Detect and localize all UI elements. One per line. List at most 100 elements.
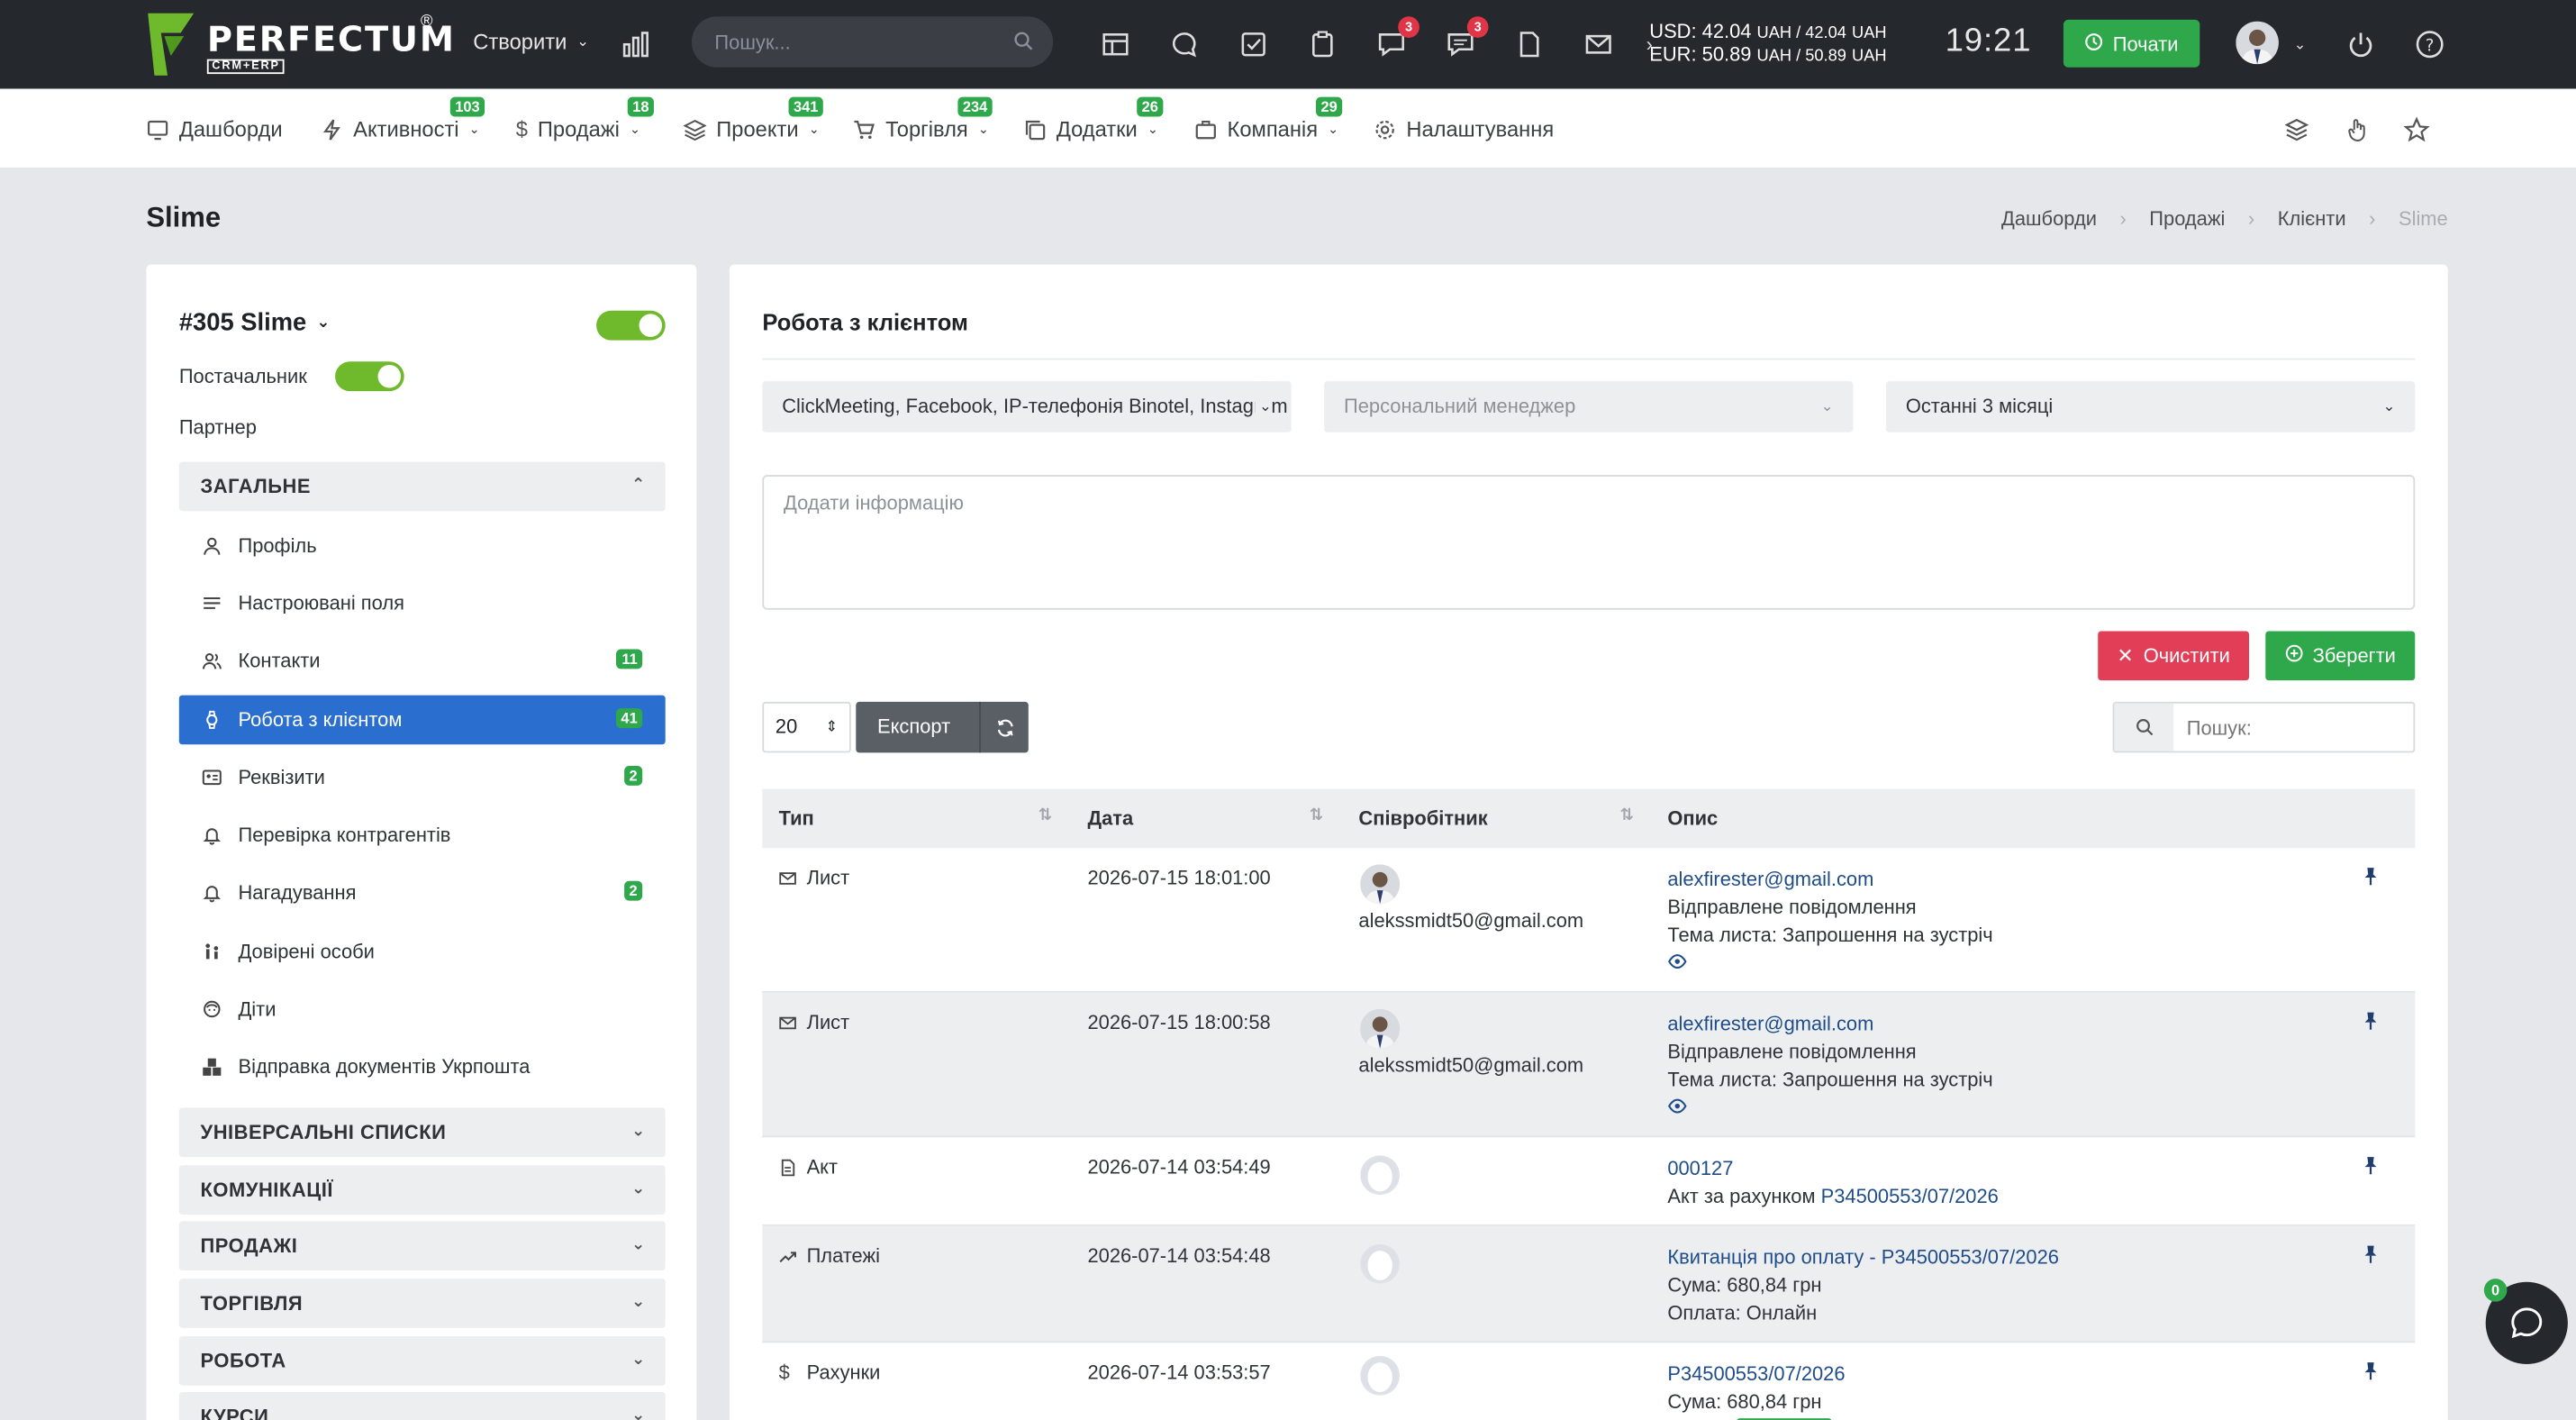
global-search-input[interactable] bbox=[714, 16, 1011, 68]
section-courses[interactable]: КУРСИ ⌄ bbox=[178, 1391, 666, 1420]
nav-dashboards[interactable]: Дашборди bbox=[146, 117, 283, 141]
note-textarea[interactable]: Додати інформацію bbox=[762, 475, 2416, 610]
page-size-value: 20 bbox=[775, 715, 798, 739]
menu-reminders-label: Нагадування bbox=[238, 880, 357, 905]
chat-bubble-icon[interactable] bbox=[1166, 26, 1202, 62]
nav-activities[interactable]: Активності ⌄ 103 bbox=[321, 96, 485, 141]
supplier-toggle[interactable] bbox=[335, 361, 404, 392]
table-row: $ Рахунки 2026-07-14 03:53:57 P34500553/… bbox=[762, 1343, 2415, 1420]
client-work-panel: Робота з клієнтом ClickMeeting, Facebook… bbox=[729, 264, 2448, 1420]
row-doc-link[interactable]: 000127 bbox=[1667, 1155, 1998, 1183]
section-universal-lists[interactable]: УНІВЕРСАЛЬНІ СПИСКИ ⌄ bbox=[178, 1107, 666, 1158]
pin-icon[interactable] bbox=[2363, 1155, 2379, 1179]
hand-pointer-icon[interactable] bbox=[2345, 117, 2371, 151]
page-size-select[interactable]: 20 ⇕ bbox=[762, 701, 851, 753]
row-invoice-link[interactable]: P34500553/07/2026 bbox=[1667, 1361, 1845, 1388]
nav-projects[interactable]: Проекти ⌄ 341 bbox=[683, 96, 823, 141]
chevron-up-icon: ⌃ bbox=[630, 476, 646, 496]
chevron-down-icon: ⌄ bbox=[630, 1406, 646, 1420]
row-receipt-link[interactable]: Квитанція про оплату - P34500553/07/2026 bbox=[1667, 1244, 2059, 1272]
layers-shortcut-icon[interactable] bbox=[2283, 117, 2309, 151]
table-icon[interactable] bbox=[1097, 26, 1133, 62]
pin-icon[interactable] bbox=[2363, 866, 2379, 890]
table-search-input[interactable] bbox=[2186, 703, 2400, 751]
section-communications[interactable]: КОМУНІКАЦІЇ ⌄ bbox=[178, 1165, 666, 1215]
global-search[interactable] bbox=[691, 16, 1054, 68]
page-title: Slime bbox=[146, 202, 222, 234]
pin-icon[interactable] bbox=[2363, 1361, 2379, 1385]
section-sales[interactable]: ПРОДАЖІ ⌄ bbox=[178, 1221, 666, 1271]
menu-trusted-persons[interactable]: Довірені особи bbox=[179, 927, 666, 977]
nav-sales[interactable]: $ Продажі ⌄ 18 bbox=[516, 96, 654, 141]
nav-settings[interactable]: Налаштування bbox=[1374, 117, 1554, 141]
nav-apps[interactable]: Додатки ⌄ 26 bbox=[1023, 96, 1164, 141]
perfectum-logo[interactable]: PERFECTUM CRM+ERP ® bbox=[148, 13, 454, 76]
breadcrumb-dashboards[interactable]: Дашборди bbox=[2001, 207, 2097, 231]
breadcrumb: Дашборди › Продажі › Клієнти › Slime bbox=[2001, 207, 2448, 231]
section-general-header[interactable]: ЗАГАЛЬНЕ ⌃ bbox=[178, 461, 666, 512]
document-icon bbox=[781, 1158, 795, 1176]
chevron-down-icon: ⌄ bbox=[630, 1351, 646, 1370]
create-menu-button[interactable]: Створити ⌄ bbox=[473, 30, 589, 54]
sort-icon[interactable]: ⇅ bbox=[1039, 807, 1052, 825]
column-employee[interactable]: Співробітник bbox=[1358, 807, 1487, 831]
clear-button[interactable]: ✕ Очистити bbox=[2098, 631, 2250, 681]
messages-icon[interactable]: 3 bbox=[1374, 16, 1420, 62]
nav-trade[interactable]: Торгівля ⌄ 234 bbox=[853, 96, 993, 141]
row-email-link[interactable]: alexfirester@gmail.com bbox=[1667, 1011, 1992, 1039]
nav-activities-badge: 103 bbox=[449, 96, 485, 117]
refresh-icon[interactable] bbox=[987, 702, 1023, 753]
breadcrumb-sales[interactable]: Продажі bbox=[2149, 207, 2225, 231]
row-type: Платежі bbox=[779, 1244, 880, 1267]
menu-children[interactable]: Діти bbox=[179, 985, 666, 1034]
menu-contacts[interactable]: Контакти 11 bbox=[179, 636, 666, 686]
pin-icon[interactable] bbox=[2363, 1244, 2379, 1269]
user-avatar[interactable] bbox=[2236, 21, 2279, 65]
user-menu-chevron-icon[interactable]: ⌄ bbox=[2287, 26, 2313, 62]
column-type[interactable]: Тип bbox=[779, 807, 814, 831]
mail-icon[interactable] bbox=[1581, 26, 1617, 62]
menu-profile[interactable]: Профіль bbox=[179, 521, 666, 570]
client-name-dropdown[interactable]: #305 Slime ⌄ bbox=[179, 309, 331, 337]
row-invoice-link[interactable]: P34500553/07/2026 bbox=[1821, 1185, 1999, 1208]
clipboard-icon[interactable] bbox=[1304, 26, 1340, 62]
row-description: Квитанція про оплату - P34500553/07/2026… bbox=[1667, 1244, 2059, 1328]
export-button[interactable]: Експорт bbox=[877, 702, 950, 753]
currency-usd: USD: 42.04 bbox=[1649, 19, 1752, 43]
sort-icon[interactable]: ⇅ bbox=[1310, 807, 1323, 825]
star-icon[interactable] bbox=[2403, 116, 2430, 151]
eye-icon[interactable] bbox=[1667, 1097, 1687, 1114]
file-icon[interactable] bbox=[1511, 26, 1547, 62]
menu-custom-fields[interactable]: Настроювані поля bbox=[179, 578, 666, 628]
help-icon[interactable]: ? bbox=[2412, 26, 2448, 62]
chat-widget-button[interactable]: 0 bbox=[2483, 1279, 2568, 1364]
sources-filter-select[interactable]: ClickMeeting, Facebook, IP-телефонія Bin… bbox=[762, 381, 1292, 432]
section-work[interactable]: РОБОТА ⌄ bbox=[178, 1335, 666, 1386]
breadcrumb-clients[interactable]: Клієнти bbox=[2278, 207, 2346, 231]
task-check-icon[interactable] bbox=[1236, 26, 1272, 62]
row-email-link[interactable]: alexfirester@gmail.com bbox=[1667, 866, 1992, 894]
sort-icon[interactable]: ⇅ bbox=[1619, 807, 1633, 825]
pin-icon[interactable] bbox=[2363, 1011, 2379, 1035]
power-icon[interactable] bbox=[2343, 26, 2379, 62]
menu-ukrposhta[interactable]: Відправка документів Укрпошта bbox=[179, 1042, 666, 1091]
users-icon bbox=[202, 652, 222, 669]
period-filter-select[interactable]: Останні 3 місяці ⌄ bbox=[1885, 381, 2416, 432]
nav-company[interactable]: Компанія ⌄ 29 bbox=[1194, 96, 1343, 141]
menu-requisites[interactable]: Реквізити 2 bbox=[179, 752, 666, 802]
column-description: Опис bbox=[1667, 806, 1719, 831]
start-button[interactable]: Почати bbox=[2063, 19, 2200, 68]
stats-icon[interactable] bbox=[618, 26, 654, 62]
manager-filter-select[interactable]: Персональний менеджер ⌄ bbox=[1324, 381, 1854, 432]
save-button[interactable]: Зберегти bbox=[2265, 631, 2416, 681]
row-type: Акт bbox=[779, 1155, 838, 1179]
comments-icon[interactable]: 3 bbox=[1442, 16, 1489, 62]
column-date[interactable]: Дата bbox=[1087, 807, 1133, 831]
eye-icon[interactable] bbox=[1667, 953, 1687, 969]
menu-counterparty-check[interactable]: Перевірка контрагентів bbox=[179, 810, 666, 860]
client-active-toggle[interactable] bbox=[596, 310, 666, 341]
chevron-down-icon: ⌄ bbox=[2382, 397, 2396, 414]
menu-reminders[interactable]: Нагадування 2 bbox=[179, 868, 666, 917]
menu-client-work[interactable]: Робота з клієнтом 41 bbox=[178, 695, 666, 745]
section-trade[interactable]: ТОРГІВЛЯ ⌄ bbox=[178, 1279, 666, 1328]
